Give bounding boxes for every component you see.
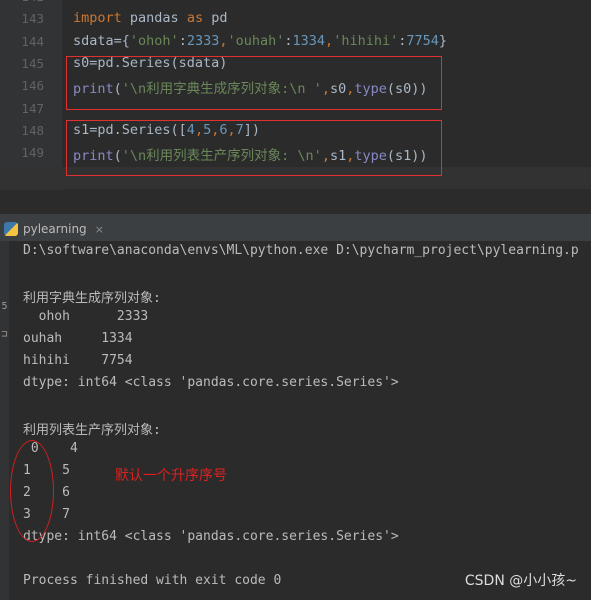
code-token: , xyxy=(325,32,334,49)
line-number-gutter: 142143144145146147148149150 xyxy=(0,0,62,190)
run-tab-bar: pylearning × xyxy=(0,215,591,241)
annotation-text: 默认一个升序序号 xyxy=(115,468,227,484)
strip-mark: ⊐ xyxy=(1,329,8,340)
code-token: } xyxy=(438,32,448,49)
close-icon[interactable]: × xyxy=(95,223,104,236)
line-number: 143 xyxy=(21,11,44,27)
line-number: 145 xyxy=(21,55,44,71)
code-token: 7754 xyxy=(406,32,439,49)
code-line: import pandas as pd xyxy=(73,10,227,26)
line-number: 149 xyxy=(21,145,44,161)
code-token: pd xyxy=(203,10,228,27)
run-tool-window: pylearning × 5 ⊐ D:\software\anaconda\en… xyxy=(0,214,591,600)
python-icon xyxy=(4,222,18,236)
console-line: hihihi 7754 xyxy=(23,353,133,368)
line-number: 146 xyxy=(21,78,44,94)
code-token: import xyxy=(73,10,122,27)
code-line: sdata={'ohoh':2333,'ouhah':1334,'hihihi'… xyxy=(73,33,447,49)
line-number: 147 xyxy=(21,100,44,116)
code-token: 'ouhah' xyxy=(227,32,285,49)
annotation-ellipse xyxy=(10,440,54,542)
highlight-box-s0 xyxy=(66,56,442,110)
code-token: pandas xyxy=(121,10,187,27)
console-line: dtype: int64 <class 'pandas.core.series.… xyxy=(23,529,399,544)
console-line: ohoh 2333 xyxy=(23,309,149,324)
code-token: : xyxy=(284,32,293,49)
watermark: CSDN @小小孩~ xyxy=(464,573,577,589)
line-number: 142 xyxy=(0,0,44,4)
code-token: 1334 xyxy=(292,32,326,49)
console-line: ouhah 1334 xyxy=(23,331,133,346)
tab-pylearning[interactable]: pylearning × xyxy=(4,219,104,239)
strip-mark: 5 xyxy=(1,301,8,312)
console-line: dtype: int64 <class 'pandas.core.series.… xyxy=(23,375,399,390)
code-token: sdata={ xyxy=(73,32,130,49)
line-number: 148 xyxy=(21,122,44,138)
console-line: D:\software\anaconda\envs\ML\python.exe … xyxy=(23,243,579,258)
console-line: 利用列表生产序列对象: xyxy=(23,423,161,438)
code-token: 2333 xyxy=(186,32,220,49)
side-strip: 5 ⊐ xyxy=(0,241,9,600)
code-token: 'hihihi' xyxy=(333,32,399,49)
highlight-box-s1 xyxy=(66,120,442,176)
console-line: 利用字典生成序列对象: xyxy=(23,291,161,306)
code-token: : xyxy=(178,32,187,49)
code-token: 'ohoh' xyxy=(129,32,179,49)
tab-label: pylearning xyxy=(23,222,87,236)
console-line: Process finished with exit code 0 xyxy=(23,573,282,588)
code-editor[interactable]: 142143144145146147148149150 import panda… xyxy=(0,0,591,190)
code-token: as xyxy=(186,10,204,27)
line-number: 144 xyxy=(21,33,44,49)
